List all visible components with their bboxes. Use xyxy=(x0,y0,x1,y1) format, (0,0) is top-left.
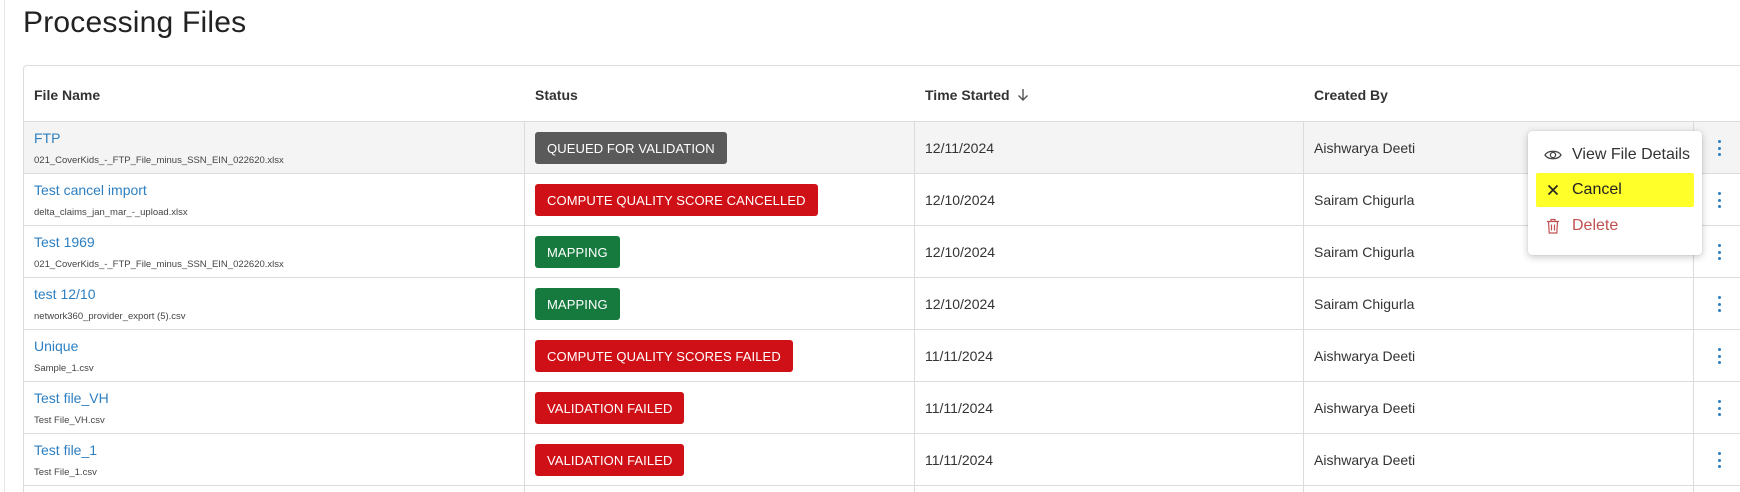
file-name-link[interactable]: FTP xyxy=(34,130,60,146)
table-row[interactable]: Test cancel import delta_claims_jan_mar_-… xyxy=(24,174,1740,226)
status-badge: MAPPING xyxy=(535,288,620,320)
table-row[interactable]: Test 1969 021_CoverKids_-_FTP_File_minus_… xyxy=(24,226,1740,278)
kebab-dot xyxy=(1717,361,1721,364)
column-divider xyxy=(914,122,915,492)
file-original-name: Test File_1.csv xyxy=(34,467,97,478)
file-name-link[interactable]: Test file_1 xyxy=(34,442,97,458)
kebab-dot xyxy=(1717,354,1721,358)
file-original-name: Sample_1.csv xyxy=(34,363,94,374)
kebab-dot xyxy=(1717,309,1721,312)
status-badge: VALIDATION FAILED xyxy=(535,392,685,424)
table-row[interactable]: test 12/10 network360_provider_export (5)… xyxy=(24,278,1740,330)
status-badge: QUEUED FOR VALIDATION xyxy=(535,132,727,164)
more-actions-icon[interactable] xyxy=(1712,192,1726,208)
time-started-cell: 12/10/2024 xyxy=(925,244,996,260)
more-actions-icon[interactable] xyxy=(1712,296,1726,312)
col-header-status[interactable]: Status xyxy=(535,87,578,103)
files-table: File Name Status Time Started Created By… xyxy=(23,65,1740,492)
file-name-link[interactable]: test 12/10 xyxy=(34,286,96,302)
time-started-cell: 12/11/2024 xyxy=(925,140,995,156)
file-original-name: delta_claims_jan_mar_-_upload.xlsx xyxy=(34,207,188,218)
cancel-label: Cancel xyxy=(1572,181,1622,198)
kebab-dot xyxy=(1717,400,1721,403)
status-badge: COMPUTE QUALITY SCORE CANCELLED xyxy=(535,184,818,216)
time-started-cell: 12/10/2024 xyxy=(925,192,996,208)
kebab-dot xyxy=(1717,205,1721,208)
cancel-menu-item[interactable]: Cancel xyxy=(1536,173,1694,207)
kebab-dot xyxy=(1717,465,1721,468)
kebab-dot xyxy=(1717,153,1721,156)
col-header-created-by-label: Created By xyxy=(1314,87,1388,103)
created-by-cell: Aishwarya Deeti xyxy=(1314,452,1416,468)
column-divider xyxy=(524,122,525,492)
col-header-file-name[interactable]: File Name xyxy=(34,87,100,103)
file-original-name: Test File_VH.csv xyxy=(34,415,105,426)
time-started-cell: 12/10/2024 xyxy=(925,296,996,312)
kebab-dot xyxy=(1717,140,1721,143)
delete-label: Delete xyxy=(1572,217,1619,234)
left-border xyxy=(4,0,5,492)
col-header-file-name-label: File Name xyxy=(34,87,101,103)
more-actions-icon[interactable] xyxy=(1712,348,1726,364)
page-title: Processing Files xyxy=(23,6,247,39)
status-badge: MAPPING xyxy=(535,236,620,268)
created-by-cell: Sairam Chigurla xyxy=(1314,244,1415,260)
kebab-dot xyxy=(1717,244,1721,247)
more-actions-icon[interactable] xyxy=(1712,244,1726,260)
kebab-dot xyxy=(1717,348,1721,351)
more-actions-icon[interactable] xyxy=(1712,452,1726,468)
trash-icon xyxy=(1544,217,1562,235)
kebab-dot xyxy=(1717,406,1721,410)
time-started-cell: 11/11/2024 xyxy=(925,452,993,468)
eye-icon xyxy=(1544,146,1562,164)
table-row[interactable]: Unique Sample_1.csv COMPUTE QUALITY SCORES… xyxy=(24,330,1740,382)
created-by-cell: Aishwarya Deeti xyxy=(1314,400,1416,416)
file-name-link[interactable]: Test 1969 xyxy=(34,234,95,250)
table-row[interactable]: Test file_VH Test File_VH.csv VALIDATION F… xyxy=(24,382,1740,434)
arrow-down-icon[interactable] xyxy=(1016,88,1030,102)
file-name-link[interactable]: Unique xyxy=(34,338,78,354)
kebab-dot xyxy=(1717,198,1721,202)
row-actions-menu: View File Details Cancel Delete xyxy=(1528,131,1702,255)
file-name-link[interactable]: Test file_VH xyxy=(34,390,109,406)
col-header-time-started-label: Time Started xyxy=(925,87,1010,103)
col-header-status-label: Status xyxy=(535,87,578,103)
col-header-created-by[interactable]: Created By xyxy=(1314,87,1388,103)
created-by-cell: Aishwarya Deeti xyxy=(1314,140,1416,156)
more-actions-icon[interactable] xyxy=(1712,140,1726,156)
kebab-dot xyxy=(1717,192,1721,195)
status-badge: COMPUTE QUALITY SCORES FAILED xyxy=(535,340,793,372)
view-file-details-label: View File Details xyxy=(1572,146,1690,163)
time-started-cell: 11/11/2024 xyxy=(925,348,993,364)
file-original-name: 021_CoverKids_-_FTP_File_minus_SSN_EIN_0… xyxy=(34,259,284,270)
kebab-dot xyxy=(1717,146,1721,150)
col-header-time-started[interactable]: Time Started xyxy=(925,87,1030,103)
created-by-cell: Sairam Chigurla xyxy=(1314,192,1415,208)
file-original-name: network360_provider_export (5).csv xyxy=(34,311,186,322)
kebab-dot xyxy=(1717,296,1721,299)
table-header: File Name Status Time Started Created By xyxy=(24,66,1740,122)
created-by-cell: Sairam Chigurla xyxy=(1314,296,1415,312)
more-actions-icon[interactable] xyxy=(1712,400,1726,416)
file-original-name: 021_CoverKids_-_FTP_File_minus_SSN_EIN_0… xyxy=(34,155,284,166)
created-by-cell: Aishwarya Deeti xyxy=(1314,348,1416,364)
file-name-link[interactable]: Test cancel import xyxy=(34,182,147,198)
table-row[interactable]: Test file_1 Test File_1.csv VALIDATION FAI… xyxy=(24,434,1740,486)
status-badge: VALIDATION FAILED xyxy=(535,444,685,476)
kebab-dot xyxy=(1717,250,1721,254)
column-divider xyxy=(1303,122,1304,492)
kebab-dot xyxy=(1717,452,1721,455)
kebab-dot xyxy=(1717,302,1721,306)
kebab-dot xyxy=(1717,458,1721,462)
kebab-dot xyxy=(1717,257,1721,260)
delete-menu-item[interactable]: Delete xyxy=(1536,209,1694,243)
table-row[interactable]: FTP 021_CoverKids_-_FTP_File_minus_SSN_EI… xyxy=(24,122,1740,174)
x-icon xyxy=(1544,181,1562,199)
kebab-dot xyxy=(1717,413,1721,416)
view-file-details-menu-item[interactable]: View File Details xyxy=(1536,138,1694,172)
time-started-cell: 11/11/2024 xyxy=(925,400,993,416)
